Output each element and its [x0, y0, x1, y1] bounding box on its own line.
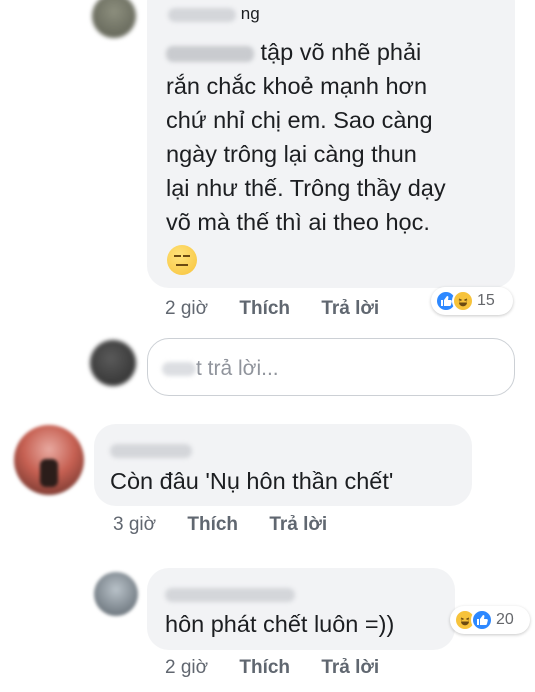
- comment-meta: 3 giờ Thích Trả lời: [113, 514, 353, 536]
- like-reaction-icon: [471, 609, 493, 631]
- expressionless-face-icon: [167, 245, 197, 275]
- haha-reaction-icon: [452, 290, 474, 312]
- comment-timestamp[interactable]: 3 giờ: [113, 514, 156, 535]
- comment-line: rắn chắc khoẻ mạnh hơn: [166, 73, 428, 99]
- comment-meta: 2 giờ Thích Trả lời: [165, 298, 405, 320]
- reply-button[interactable]: Trả lời: [321, 657, 379, 678]
- comment-timestamp[interactable]: 2 giờ: [165, 657, 208, 678]
- comment-timestamp[interactable]: 2 giờ: [165, 298, 208, 319]
- comment-line: tập võ nhẽ phải: [166, 35, 446, 69]
- current-user-avatar: [90, 340, 136, 386]
- blurred-name: [168, 7, 236, 22]
- reply-button[interactable]: Trả lời: [269, 514, 327, 535]
- comment-line: lại như thế. Trông thầy dạy: [166, 175, 446, 201]
- reaction-summary[interactable]: 15: [431, 287, 513, 315]
- like-button[interactable]: Thích: [239, 657, 290, 678]
- blurred-name: [110, 443, 192, 458]
- commenter-name-text: ng: [240, 4, 260, 23]
- like-button[interactable]: Thích: [187, 514, 238, 535]
- blurred-text: [162, 362, 196, 377]
- comment-line: chứ nhỉ chị em. Sao càng: [166, 107, 433, 133]
- commenter-name[interactable]: [165, 584, 295, 604]
- commenter-avatar[interactable]: [94, 572, 138, 616]
- blurred-name: [165, 587, 295, 602]
- reaction-summary[interactable]: 20: [450, 606, 530, 634]
- like-button[interactable]: Thích: [239, 298, 290, 319]
- comment-text: hôn phát chết luôn =)): [165, 611, 395, 637]
- commenter-name[interactable]: ng: [168, 4, 260, 24]
- reaction-count: 15: [477, 292, 495, 309]
- comment-line: ngày trông lại càng thun: [166, 141, 417, 167]
- blurred-text: [166, 45, 254, 62]
- commenter-avatar[interactable]: [14, 425, 84, 495]
- comment-line: võ mà thế thì ai theo học.: [166, 209, 430, 235]
- commenter-name[interactable]: [110, 440, 192, 460]
- reply-button[interactable]: Trả lời: [321, 298, 379, 319]
- comment-text: tập võ nhẽ phải rắn chắc khoẻ mạnh hơn c…: [166, 35, 446, 239]
- reply-input-placeholder: t trả lời...: [162, 357, 279, 381]
- comment-meta: 2 giờ Thích Trả lời: [165, 657, 405, 679]
- commenter-avatar[interactable]: [92, 0, 136, 38]
- comment-text: Còn đâu 'Nụ hôn thần chết': [110, 468, 394, 494]
- reaction-count: 20: [496, 611, 514, 628]
